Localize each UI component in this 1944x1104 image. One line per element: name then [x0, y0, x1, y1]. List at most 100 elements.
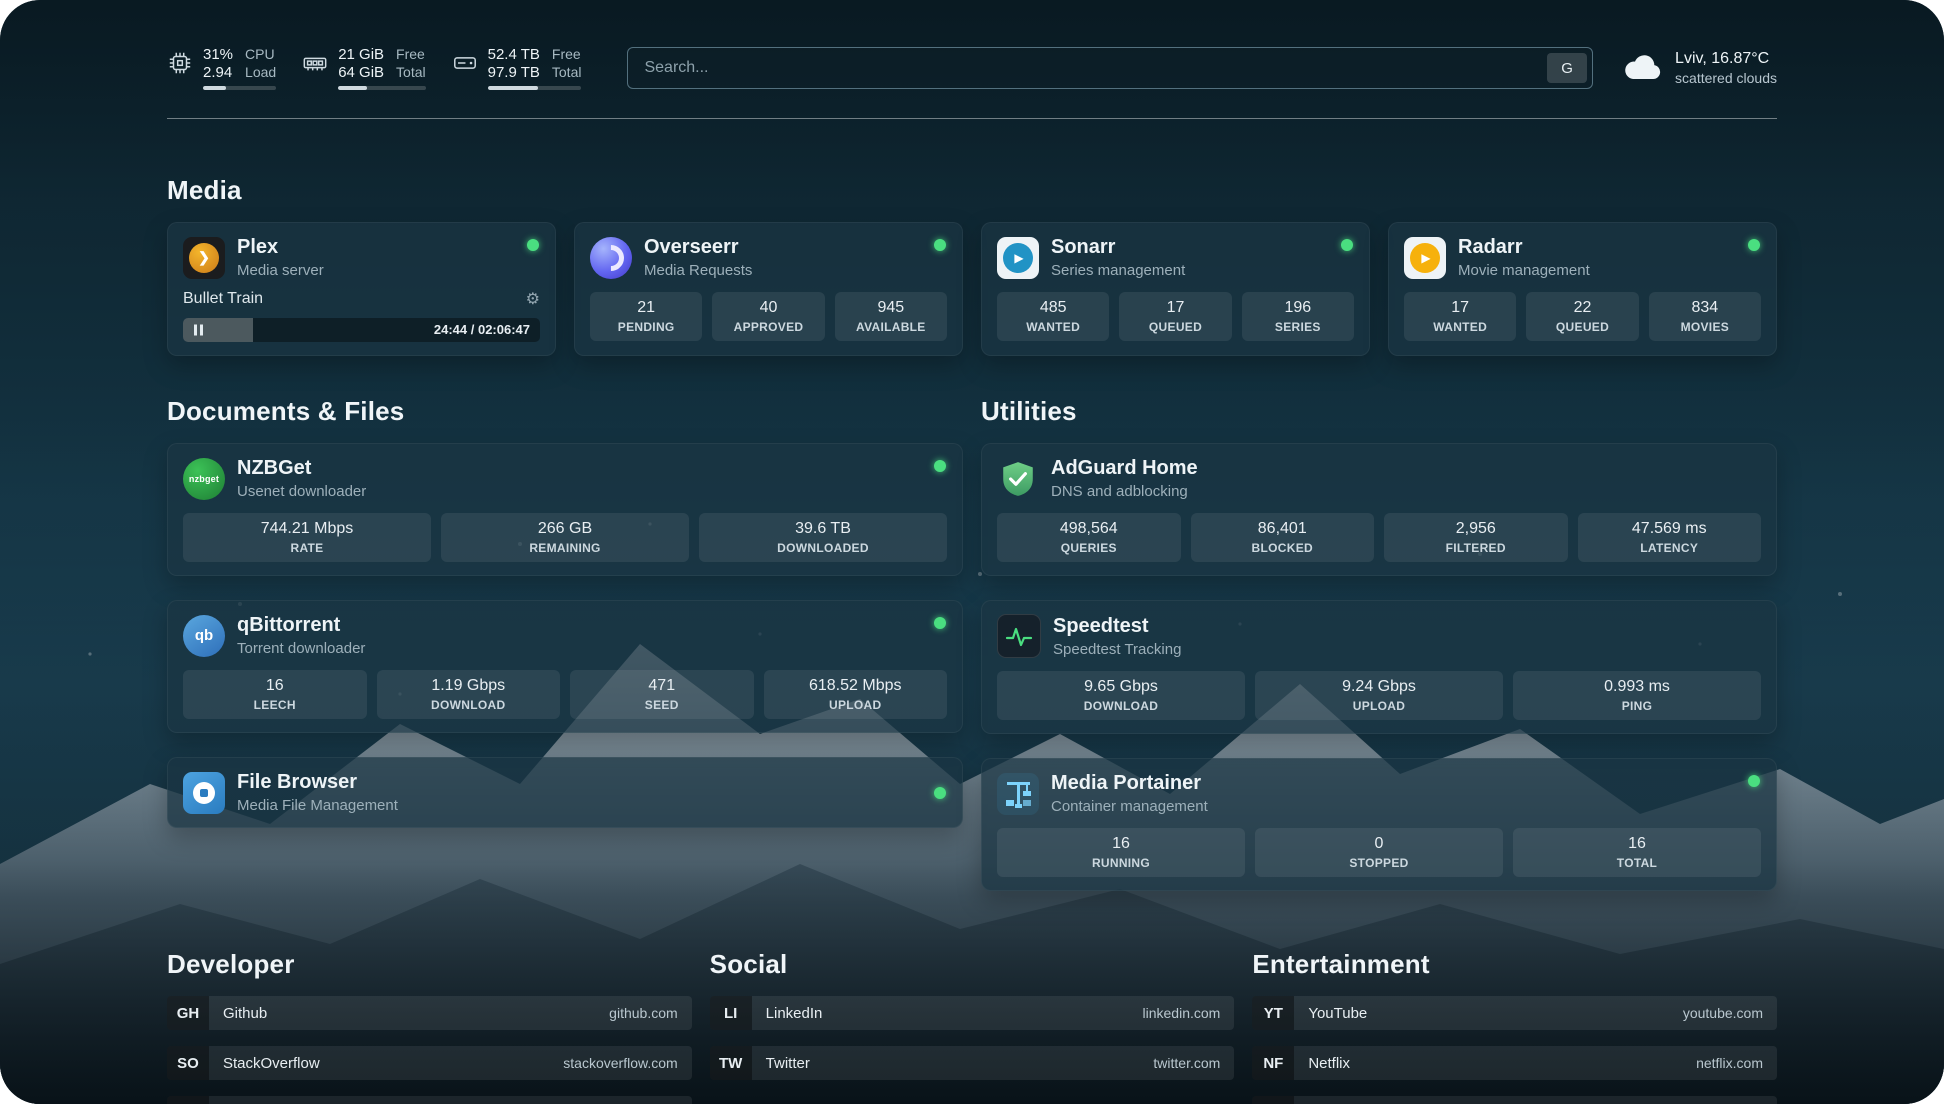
memory-icon [302, 50, 328, 76]
memory-label-1: Free [396, 46, 426, 63]
cpu-label-2: Load [245, 64, 276, 81]
stat-value: 485 [1001, 299, 1105, 317]
stat-value: 17 [1408, 299, 1512, 317]
stat-tile: 945 AVAILABLE [835, 292, 947, 341]
stat-tile: 16 LEECH [183, 670, 367, 719]
stat-tile: 498,564 QUERIES [997, 513, 1181, 562]
stat-tile: 471 SEED [570, 670, 754, 719]
search-input[interactable] [642, 58, 1547, 78]
stat-tile: 16 RUNNING [997, 828, 1245, 877]
stat-value: 0.993 ms [1517, 678, 1757, 696]
now-playing-title: Bullet Train [183, 290, 263, 308]
speedtest-icon [997, 614, 1041, 658]
stat-label: UPLOAD [768, 698, 944, 712]
search-provider-button[interactable]: G [1547, 53, 1587, 83]
nzbget-status-dot [934, 460, 946, 472]
section-title-utilities: Utilities [981, 396, 1777, 427]
playback-progress-bar[interactable]: 24:44 / 02:06:47 [183, 318, 540, 342]
playback-time: 24:44 / 02:06:47 [434, 318, 530, 342]
filebrowser-card[interactable]: File Browser Media File Management [167, 757, 963, 828]
adguard-card[interactable]: AdGuard Home DNS and adblocking 498,564 … [981, 443, 1777, 576]
radarr-status-dot [1748, 239, 1760, 251]
stat-tile: 9.24 Gbps UPLOAD [1255, 671, 1503, 720]
portainer-card[interactable]: Media Portainer Container management 16 … [981, 758, 1777, 891]
bookmark-abbr: GH [167, 996, 209, 1030]
stat-value: 471 [574, 677, 750, 695]
cpu-percent: 31% [203, 46, 233, 63]
stat-label: TOTAL [1517, 856, 1757, 870]
stat-label: REMAINING [445, 541, 685, 555]
bookmark-group-developer: Developer GH Github github.com SO StackO… [167, 949, 692, 1104]
bookmark-github[interactable]: GH Github github.com [167, 996, 692, 1030]
radarr-icon: ▶ [1404, 237, 1446, 279]
nzbget-card[interactable]: nzbget NZBGet Usenet downloader 744.21 M… [167, 443, 963, 576]
bookmark-netflix[interactable]: NF Netflix netflix.com [1252, 1046, 1777, 1080]
dashboard-window: 31% CPU 2.94 Load [0, 0, 1944, 1104]
utilities-column: Utilities [981, 396, 1777, 891]
cpu-monitor: 31% CPU 2.94 Load [167, 46, 276, 90]
speedtest-title: Speedtest [1053, 615, 1181, 638]
plex-status-dot [527, 239, 539, 251]
media-card-grid: ❯ Plex Media server Bullet Train ⚙ 24:44… [167, 222, 1777, 356]
qbittorrent-card[interactable]: qb qBittorrent Torrent downloader 16 LEE… [167, 600, 963, 733]
section-title-social: Social [710, 949, 1235, 980]
radarr-title: Radarr [1458, 236, 1590, 259]
stat-label: UPLOAD [1259, 699, 1499, 713]
bookmark-twitter[interactable]: TW Twitter twitter.com [710, 1046, 1235, 1080]
section-title-media: Media [167, 175, 1777, 206]
stat-value: 2,956 [1388, 520, 1564, 538]
stat-tile: 1.19 Gbps DOWNLOAD [377, 670, 561, 719]
stat-value: 22 [1530, 299, 1634, 317]
stat-tile: 485 WANTED [997, 292, 1109, 341]
weather-widget: Lviv, 16.87°C scattered clouds [1621, 50, 1777, 86]
stat-tile: 16 TOTAL [1513, 828, 1761, 877]
bookmark-domain: netflix.com [1696, 1055, 1763, 1071]
weather-location: Lviv, 16.87°C [1675, 50, 1777, 68]
stat-tile: 196 SERIES [1242, 292, 1354, 341]
section-title-entertainment: Entertainment [1252, 949, 1777, 980]
memory-free: 21 GiB [338, 46, 384, 63]
plex-card[interactable]: ❯ Plex Media server Bullet Train ⚙ 24:44… [167, 222, 556, 356]
cloud-icon [1621, 53, 1663, 83]
cpu-progress-fill [203, 86, 226, 90]
cpu-icon [167, 50, 193, 76]
stat-label: APPROVED [716, 320, 820, 334]
stat-value: 744.21 Mbps [187, 520, 427, 538]
stat-tile: 39.6 TB DOWNLOADED [699, 513, 947, 562]
section-title-documents: Documents & Files [167, 396, 963, 427]
stat-tile: 0.993 ms PING [1513, 671, 1761, 720]
stat-value: 498,564 [1001, 520, 1177, 538]
bookmark-stackoverflow[interactable]: SO StackOverflow stackoverflow.com [167, 1046, 692, 1080]
speedtest-card[interactable]: Speedtest Speedtest Tracking 9.65 Gbps D… [981, 600, 1777, 734]
bookmark-youtube[interactable]: YT YouTube youtube.com [1252, 996, 1777, 1030]
settings-gear-icon[interactable]: ⚙ [526, 289, 540, 309]
bookmark-abbr: RE [1252, 1096, 1294, 1104]
pause-icon[interactable] [192, 325, 204, 336]
sonarr-subtitle: Series management [1051, 262, 1185, 279]
nzbget-subtitle: Usenet downloader [237, 483, 366, 500]
plex-subtitle: Media server [237, 262, 324, 279]
portainer-title: Media Portainer [1051, 772, 1208, 795]
bookmark-linkedin[interactable]: LI LinkedIn linkedin.com [710, 996, 1235, 1030]
sonarr-card[interactable]: ▶ Sonarr Series management 485 WANTED 17… [981, 222, 1370, 356]
bookmark-dev[interactable]: DT DEV dev.to [167, 1096, 692, 1104]
memory-progress-track [338, 86, 425, 90]
radarr-card[interactable]: ▶ Radarr Movie management 17 WANTED 22 Q… [1388, 222, 1777, 356]
stat-tile: 9.65 Gbps DOWNLOAD [997, 671, 1245, 720]
radarr-subtitle: Movie management [1458, 262, 1590, 279]
bookmark-name: LinkedIn [766, 1005, 823, 1022]
nzbget-icon: nzbget [183, 458, 225, 500]
stat-tile: 834 MOVIES [1649, 292, 1761, 341]
overseerr-card[interactable]: Overseerr Media Requests 21 PENDING 40 A… [574, 222, 963, 356]
disk-total: 97.9 TB [488, 64, 540, 81]
bookmark-reddit[interactable]: RE Reddit reddit.com [1252, 1096, 1777, 1104]
bookmark-domain: stackoverflow.com [563, 1055, 677, 1071]
stat-value: 16 [187, 677, 363, 695]
stat-tile: 266 GB REMAINING [441, 513, 689, 562]
stat-label: DOWNLOADED [703, 541, 943, 555]
bookmark-abbr: SO [167, 1046, 209, 1080]
search-bar[interactable]: G [627, 47, 1593, 89]
bookmark-domain: twitter.com [1153, 1055, 1220, 1071]
stat-label: SERIES [1246, 320, 1350, 334]
disk-label-1: Free [552, 46, 582, 63]
